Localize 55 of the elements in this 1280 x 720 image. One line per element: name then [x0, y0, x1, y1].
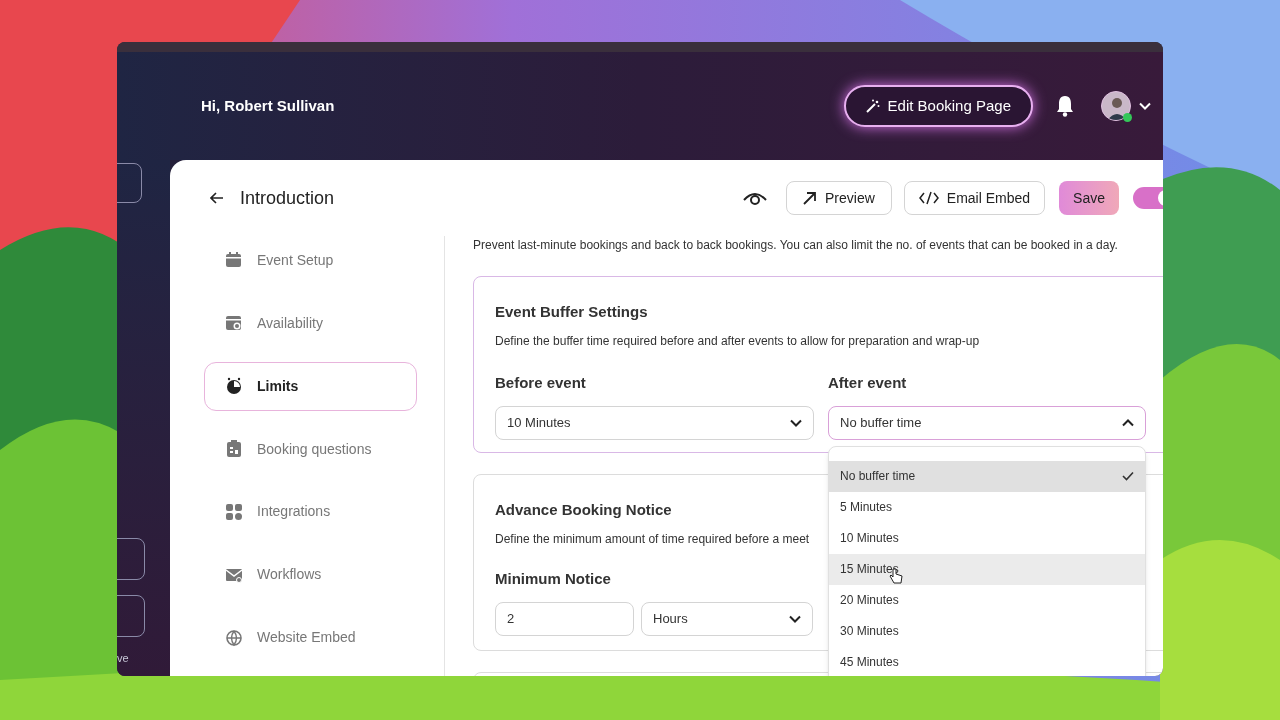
save-button[interactable]: Save — [1059, 181, 1119, 215]
dropdown-field[interactable]: Hours — [641, 602, 813, 636]
page-title: Introduction — [240, 186, 335, 210]
bell-icon[interactable] — [1055, 95, 1075, 117]
check-icon — [1122, 471, 1134, 481]
card-title: Event Buffer Settings — [495, 302, 648, 322]
nav-item[interactable]: Event Setup — [204, 236, 417, 285]
nav-item[interactable]: Website Embed — [204, 613, 417, 662]
nav-item[interactable]: Availability — [204, 298, 417, 348]
nav-item[interactable]: Workflows — [204, 550, 417, 600]
number-input-field[interactable]: 2 — [495, 602, 634, 636]
preview-button[interactable]: Preview — [786, 181, 892, 215]
envelope-icon — [225, 566, 243, 583]
stopwatch-icon — [225, 377, 243, 396]
email-embed-button[interactable]: Email Embed — [903, 181, 1046, 215]
card-description: Define the minimum amount of time required before a meet — [495, 530, 810, 548]
chevron-down-icon — [789, 615, 801, 623]
sidebar-button[interactable] — [117, 538, 145, 580]
sidebar-button[interactable] — [117, 595, 145, 637]
chevron-down-icon — [790, 419, 802, 427]
grid-icon — [225, 502, 243, 521]
eye-icon[interactable] — [742, 190, 768, 206]
nav-item[interactable]: Integrations — [204, 487, 417, 537]
intro-text: Prevent last-minute bookings and back to back bookings. You can also limit the no. of events that can be booked in a day. — [473, 237, 1119, 254]
dropdown-option[interactable]: 15 Minutes — [829, 553, 1145, 585]
field-label: After event — [828, 372, 907, 393]
dropdown-option[interactable]: 45 Minutes — [829, 646, 1145, 676]
edit-booking-page-button[interactable]: Edit Booking Page — [843, 85, 1033, 127]
greeting-text: Hi, Robert Sullivan — [201, 95, 335, 116]
nav-item[interactable]: Limits — [204, 361, 417, 411]
field-label: Before event — [495, 372, 586, 393]
dropdown-option[interactable]: 30 Minutes — [829, 615, 1145, 647]
back-arrow-icon[interactable] — [210, 192, 224, 204]
avatar[interactable] — [1101, 91, 1131, 121]
magic-wand-icon — [865, 99, 880, 113]
calendar-clock-icon — [225, 314, 243, 333]
dropdown-field[interactable]: 10 Minutes — [495, 406, 814, 440]
nav-item[interactable]: Booking questions — [204, 424, 417, 474]
card-description: Define the buffer time required before and after events to allow for preparation and wrap-up — [495, 332, 980, 350]
code-icon — [918, 191, 939, 205]
chevron-down-icon[interactable] — [1139, 102, 1151, 110]
dropdown-option[interactable]: 5 Minutes — [829, 491, 1145, 523]
clipboard-icon — [225, 440, 243, 458]
field-label: Minimum Notice — [495, 568, 611, 589]
chevron-up-icon — [1122, 419, 1134, 427]
dropdown-option[interactable]: 10 Minutes — [829, 522, 1145, 554]
sidebar-button[interactable] — [117, 163, 142, 203]
dropdown-field[interactable]: No buffer time — [828, 406, 1146, 440]
arrow-up-right-icon — [803, 191, 817, 205]
calendar-icon — [225, 252, 243, 269]
dropdown-option[interactable]: 20 Minutes — [829, 584, 1145, 616]
card-title: Advance Booking Notice — [495, 500, 672, 520]
sidebar-text: ve — [117, 651, 129, 666]
globe-icon — [225, 628, 243, 647]
dropdown-option[interactable]: No buffer time — [829, 460, 1145, 492]
